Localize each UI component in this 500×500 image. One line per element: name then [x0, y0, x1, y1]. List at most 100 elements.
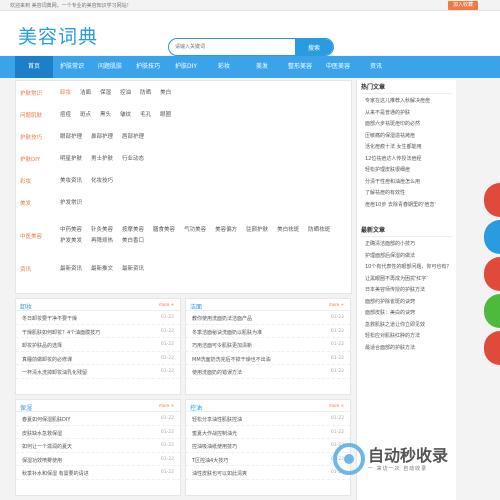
category-link[interactable]: 眼部护理 — [60, 132, 82, 143]
article-title[interactable]: T区控油4大技巧 — [192, 457, 228, 464]
category-link[interactable]: 化妆技巧 — [91, 176, 113, 187]
article-title[interactable]: 教你使用洗面奶法洁面产品 — [192, 315, 252, 322]
article-row[interactable]: 控油吸油纸使用技巧 01-22 — [186, 439, 350, 453]
nav-item-8[interactable]: 中医美容 — [319, 56, 357, 78]
news-article-link[interactable]: 急救肌肤之道让你立即见效 — [365, 320, 456, 332]
article-title[interactable]: 秋季补水和保湿 有需要的请进 — [22, 470, 89, 477]
hot-article-link[interactable]: 压敏痛的保湿造祛烤痘 — [365, 131, 456, 143]
category-link[interactable]: 最新推文 — [91, 264, 113, 275]
article-title[interactable]: 冬季洁面秘诀洗面奶以肌肤为准 — [192, 329, 262, 336]
hot-article-link[interactable]: 分清干性痘和油痘怎么用 — [365, 177, 456, 189]
category-link[interactable]: 驻颜护肤 — [246, 225, 268, 236]
hot-article-link[interactable]: 12位祛痘达人传授法痘经 — [365, 154, 456, 166]
category-link[interactable]: 唇部护理 — [122, 132, 144, 143]
category-link[interactable]: 美妆资讯 — [60, 176, 82, 187]
article-row[interactable]: 秋季补水和保湿 有需要的请进 01-22 — [16, 466, 180, 480]
panel-more-link[interactable]: more + — [329, 302, 344, 307]
article-title[interactable]: 冬日卸妆要干净不要干燥 — [22, 315, 77, 322]
nav-item-4[interactable]: 护肤DIY — [167, 56, 205, 78]
category-link[interactable]: 洁面 — [80, 88, 91, 99]
category-link[interactable]: 鼻部护理 — [91, 132, 113, 143]
category-link[interactable]: 美白香口 — [122, 236, 144, 247]
float-weibo-button[interactable] — [484, 183, 500, 217]
article-row[interactable]: 真睡前做卸妆的必修课 01-22 — [16, 352, 180, 365]
category-link[interactable]: 最新资讯 — [122, 264, 144, 275]
article-title[interactable]: 真睡前做卸妆的必修课 — [22, 356, 72, 363]
article-row[interactable]: 春夏如何保湿肌肤DIY 01-22 — [16, 412, 180, 426]
category-link[interactable]: 明星护肤 — [60, 154, 82, 165]
news-article-link[interactable]: 面部约护除雀斑的诀窍 — [365, 297, 456, 309]
category-link[interactable]: 针灸美容 — [91, 225, 113, 236]
category-link[interactable]: 痘痘 — [60, 110, 71, 121]
article-row[interactable]: 轻松分享油性肌肤控油 01-22 — [186, 412, 350, 426]
category-link[interactable]: 气功美容 — [184, 225, 206, 236]
category-link[interactable]: 再障烦热 — [91, 236, 113, 247]
category-name[interactable]: 护肤DIY — [16, 155, 60, 163]
panel-title[interactable]: 保湿 — [20, 403, 32, 412]
category-name[interactable]: 彩妆 — [16, 177, 60, 185]
article-row[interactable]: 油性皮肤也可以如此清爽 01-22 — [186, 466, 350, 480]
news-article-link[interactable]: 10个有代表性的眼部问题，你可也有？ — [365, 262, 456, 274]
article-title[interactable]: 干燥肌肤如何卸妆？4个油面膜技巧 — [22, 329, 100, 336]
add-favorite-button[interactable]: 加入收藏 — [448, 1, 478, 10]
news-article-link[interactable]: 面部皮肤：美白的诀窍 — [365, 308, 456, 320]
article-row[interactable]: 巧用洁面可令肌肤更加清新 01-22 — [186, 338, 350, 352]
category-link[interactable]: 毛孔 — [140, 110, 151, 121]
category-link[interactable]: 皱纹 — [120, 110, 131, 121]
panel-title[interactable]: 洁面 — [190, 302, 202, 311]
category-link[interactable]: 膳食美容 — [153, 225, 175, 236]
category-link[interactable]: 黑头 — [100, 110, 111, 121]
hot-article-link[interactable]: 专家在这儿推荐入秋解决痘痘 — [365, 96, 456, 108]
article-title[interactable]: 蜜夏大作战控制油光 — [192, 430, 237, 437]
article-row[interactable]: 如何让一个滋润的夏天 01-22 — [16, 439, 180, 453]
article-row[interactable]: 冬季洁面秘诀洗面奶以肌肤为准 01-22 — [186, 325, 350, 338]
hot-article-link[interactable]: 面部六步祛斑痘印的必然 — [365, 119, 456, 131]
category-link[interactable]: 防晒祛斑 — [308, 225, 330, 236]
category-link[interactable]: 最新资讯 — [60, 264, 82, 275]
hot-article-link[interactable]: 从来不是普通的护肤 — [365, 108, 456, 120]
site-logo[interactable]: 美容词典 — [18, 22, 98, 49]
news-article-link[interactable]: 让黑眼圈不再成为困扰'红字' — [365, 274, 456, 286]
category-link[interactable]: 护发常识 — [60, 198, 82, 209]
nav-item-3[interactable]: 护肤技巧 — [129, 56, 167, 78]
category-link[interactable]: 美容偏方 — [215, 225, 237, 236]
nav-item-0[interactable]: 首页 — [15, 56, 53, 78]
float-qq-button[interactable] — [484, 331, 500, 365]
nav-item-1[interactable]: 护肤常识 — [53, 56, 91, 78]
float-share-button[interactable] — [484, 257, 500, 291]
float-weixin-button[interactable] — [484, 294, 500, 328]
category-link[interactable]: 卸妆 — [60, 88, 71, 99]
panel-title[interactable]: 卸妆 — [20, 302, 32, 311]
hot-article-link[interactable]: 痘痘10步 去除青春期里的'痘恋' — [365, 200, 456, 212]
category-link[interactable]: 防晒 — [140, 88, 151, 99]
nav-item-6[interactable]: 美发 — [243, 56, 281, 78]
category-link[interactable]: 美白 — [160, 88, 171, 99]
nav-item-2[interactable]: 问题肌肤 — [91, 56, 129, 78]
article-row[interactable]: 冬日卸妆要干净不要干燥 01-22 — [16, 311, 180, 325]
article-title[interactable]: MM洗面奶洗完后不掉干燥也不出油 — [192, 356, 271, 363]
search-input[interactable] — [175, 41, 295, 53]
article-row[interactable]: MM洗面奶洗完后不掉干燥也不出油 01-22 — [186, 352, 350, 365]
category-link[interactable]: 美白祛斑 — [277, 225, 299, 236]
article-row[interactable]: 皮肤缺水急救保湿 01-22 — [16, 426, 180, 439]
category-link[interactable]: 按摩美容 — [122, 225, 144, 236]
float-home-button[interactable] — [484, 220, 500, 254]
category-name[interactable]: 资讯 — [16, 265, 60, 273]
category-link[interactable]: 斑点 — [80, 110, 91, 121]
article-title[interactable]: 皮肤缺水急救保湿 — [22, 430, 62, 437]
category-name[interactable]: 护肤技巧 — [16, 133, 60, 141]
panel-more-link[interactable]: more + — [159, 403, 174, 408]
news-article-link[interactable]: 日本美容师传授的护肤方法 — [365, 285, 456, 297]
news-article-link[interactable]: 最适合面部的护肤方法 — [365, 343, 456, 355]
category-link[interactable]: 保湿 — [100, 88, 111, 99]
news-article-link[interactable]: 正确清洁面部的小技巧 — [365, 239, 456, 251]
hot-article-link[interactable]: 轻松护理皮肤很细痘 — [365, 165, 456, 177]
article-row[interactable]: 保湿功效喷雾使用 01-22 — [16, 453, 180, 466]
article-row[interactable]: T区控油4大技巧 01-22 — [186, 453, 350, 466]
panel-more-link[interactable]: more + — [159, 302, 174, 307]
article-title[interactable]: 使用洗面奶的错误方法 — [192, 369, 242, 376]
article-title[interactable]: 保湿功效喷雾使用 — [22, 457, 62, 464]
nav-item-7[interactable]: 整形美容 — [281, 56, 319, 78]
article-title[interactable]: 巧用洁面可令肌肤更加清新 — [192, 342, 252, 349]
hot-article-link[interactable]: 活化痘痕十法 女生都能用 — [365, 142, 456, 154]
